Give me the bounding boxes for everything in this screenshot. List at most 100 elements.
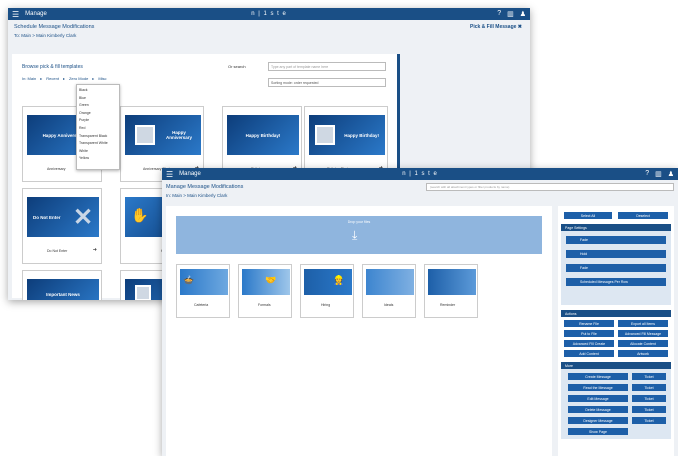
crumb-misc[interactable]: Misc — [98, 76, 106, 81]
front-window: ☰ Manage n | 1 s t e ? ▥ ♟ Manage Messag… — [162, 168, 678, 456]
more-button[interactable]: Delete Message — [568, 406, 628, 413]
file-card[interactable]: Reminder — [424, 264, 478, 318]
pick-fill-title[interactable]: Pick & Fill Message ✖ — [470, 24, 522, 30]
dropdown-option[interactable]: White — [79, 148, 117, 156]
dropzone-text: Drop your files — [347, 220, 371, 224]
hand-icon: ✋ — [131, 207, 149, 223]
dropdown-option[interactable]: Black — [79, 87, 117, 95]
crumb-sep-icon: ▸ — [92, 76, 95, 81]
template-search-input[interactable]: Type any part of template name here — [268, 62, 386, 71]
action-button[interactable]: Export all Items — [618, 320, 668, 327]
setting-per-row[interactable]: Scheduled Messages Per Row — [566, 278, 666, 286]
action-button[interactable]: Advanced Fill Create — [564, 340, 614, 347]
template-card[interactable]: Do Not Enter ✕ Do Not Enter ➜ — [22, 188, 102, 264]
app-logo: n | 1 s t e — [251, 11, 287, 17]
crumb-zero[interactable]: Zero Mode — [69, 76, 88, 81]
file-card[interactable]: 🍲 Cafeteria — [176, 264, 230, 318]
more-button[interactable]: Edit Message — [568, 395, 628, 402]
window-icon[interactable]: ▥ — [507, 10, 514, 18]
search-label: Or search — [228, 64, 246, 69]
template-card[interactable]: Important News — [22, 270, 102, 300]
more-header[interactable]: More — [561, 362, 671, 369]
template-thumb-text: Happy Birthday! — [344, 132, 379, 138]
color-dropdown[interactable]: Black Blue Green Orange Purple Red Trans… — [76, 84, 120, 170]
file-search-input[interactable]: (search with all attachment types or fil… — [426, 183, 674, 191]
more-button[interactable]: Designer Message — [568, 417, 628, 424]
menu-label[interactable]: Manage — [25, 11, 47, 17]
upload-dropzone[interactable]: Drop your files ⤓ — [176, 216, 542, 254]
file-label: Hiring — [321, 303, 331, 307]
file-label: Cafeteria — [194, 303, 209, 307]
menu-icon[interactable]: ☰ — [12, 10, 19, 19]
back-title-bar: ☰ Manage n | 1 s t e ? ▥ ♟ — [8, 8, 530, 20]
page-settings-header[interactable]: Page Settings — [561, 224, 671, 231]
select-all-button[interactable]: Select All — [564, 212, 612, 219]
dropdown-option[interactable]: Purple — [79, 117, 117, 125]
dropdown-option[interactable]: Green — [79, 102, 117, 110]
action-button[interactable]: Allocate Content — [618, 340, 668, 347]
front-content: Manage Message Modifications In: Main > … — [162, 180, 678, 456]
template-thumb: Important News — [27, 279, 99, 300]
template-thumb-text: Do Not Enter — [33, 214, 61, 220]
setting-fade-out[interactable]: Fade — [566, 264, 666, 272]
more-button[interactable]: Read the Message — [568, 384, 628, 391]
actions-header[interactable]: Actions — [561, 310, 671, 317]
more-button[interactable]: Show Page — [568, 428, 628, 435]
action-button[interactable]: Advanced Fill Message — [618, 330, 668, 337]
menu-icon[interactable]: ☰ — [166, 170, 173, 179]
x-mark-icon: ✕ — [73, 204, 94, 231]
file-thumb — [428, 269, 476, 295]
user-icon[interactable]: ♟ — [520, 10, 526, 18]
dropdown-option[interactable]: Red — [79, 125, 117, 133]
template-label: Anniversary — [47, 167, 66, 171]
action-button[interactable]: Rename File — [564, 320, 614, 327]
file-card[interactable]: 👷 Hiring — [300, 264, 354, 318]
file-thumb — [304, 269, 352, 295]
food-icon: 🍲 — [183, 275, 195, 285]
dropdown-option[interactable]: Blue — [79, 95, 117, 103]
sort-select[interactable]: Sorting mode: order requested — [268, 78, 386, 87]
menu-label[interactable]: Manage — [179, 171, 201, 177]
file-card[interactable]: 🤝 Formals — [238, 264, 292, 318]
template-thumb: Happy Birthday! — [227, 115, 299, 155]
action-button[interactable]: Add Content — [564, 350, 614, 357]
more-ticket-button[interactable]: Ticket — [632, 395, 666, 402]
more-ticket-button[interactable]: Ticket — [632, 384, 666, 391]
file-card[interactable]: Ideals — [362, 264, 416, 318]
dropdown-option[interactable]: Yellow — [79, 155, 117, 163]
more-ticket-button[interactable]: Ticket — [632, 373, 666, 380]
more-button[interactable]: Create Message — [568, 373, 628, 380]
browse-breadcrumb: In: Main ▸ Recent ▸ Zero Mode ▸ Misc — [22, 76, 107, 81]
breadcrumb: To: Main > Main Kimberly Clark — [14, 33, 77, 38]
crumb-sep-icon: ▸ — [62, 76, 65, 81]
right-sidebar: Select All Deselect Page Settings Fade H… — [558, 206, 674, 456]
deselect-button[interactable]: Deselect — [618, 212, 668, 219]
file-label: Reminder — [440, 303, 456, 307]
app-logo: n | 1 s t e — [402, 171, 438, 177]
photo-placeholder-icon — [135, 285, 151, 300]
template-thumb-text: Happy Anniversary — [165, 130, 192, 140]
user-icon[interactable]: ♟ — [668, 170, 674, 178]
action-button[interactable]: Artwork — [618, 350, 668, 357]
dropdown-option[interactable]: Orange — [79, 110, 117, 118]
template-label: Do Not Enter — [47, 249, 68, 253]
crumb-main[interactable]: In: Main — [22, 76, 36, 81]
page-title: Manage Message Modifications — [166, 184, 244, 190]
more-ticket-button[interactable]: Ticket — [632, 417, 666, 424]
worker-icon: 👷 — [333, 275, 345, 285]
dropdown-option[interactable]: Transparent White — [79, 140, 117, 148]
more-ticket-button[interactable]: Ticket — [632, 406, 666, 413]
setting-fade[interactable]: Fade — [566, 236, 666, 244]
crumb-recent[interactable]: Recent — [46, 76, 59, 81]
photo-placeholder-icon — [315, 125, 335, 145]
window-icon[interactable]: ▥ — [655, 170, 662, 178]
hands-icon: 🤝 — [265, 275, 277, 285]
help-icon[interactable]: ? — [497, 10, 501, 18]
browse-heading: Browse pick & fill templates — [22, 64, 83, 70]
front-title-bar: ☰ Manage n | 1 s t e ? ▥ ♟ — [162, 168, 678, 180]
setting-hold[interactable]: Hold — [566, 250, 666, 258]
arrow-right-icon[interactable]: ➜ — [93, 247, 97, 253]
help-icon[interactable]: ? — [645, 170, 649, 178]
action-button[interactable]: Put to File — [564, 330, 614, 337]
dropdown-option[interactable]: Transparent Black — [79, 133, 117, 141]
